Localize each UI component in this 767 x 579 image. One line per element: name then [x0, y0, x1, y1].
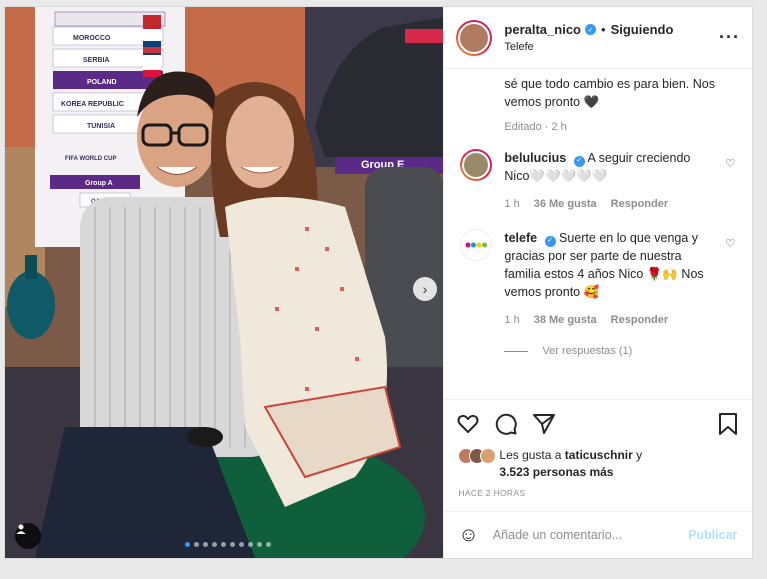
likes-connector: y [636, 448, 643, 462]
carousel-dot [257, 542, 262, 547]
comment-item: belulucius ✓ A seguir creciendo Nico🤍🤍🤍🤍… [460, 149, 735, 213]
avatar[interactable] [460, 149, 493, 181]
post-username[interactable]: peralta_nico [504, 22, 581, 37]
liker-username[interactable]: taticuschnir [565, 448, 633, 462]
team-label-3: KOREA REPUBLIC [61, 101, 124, 108]
comment-username[interactable]: telefe [504, 231, 537, 245]
comment-icon[interactable] [494, 412, 518, 436]
avatar [480, 448, 497, 464]
comments-section[interactable]: sé que todo cambio es para bien. Nos vem… [444, 69, 751, 398]
heart-icon[interactable] [456, 412, 480, 436]
comment-likes[interactable]: 38 Me gusta [534, 311, 597, 329]
team-label-0: MOROCCO [73, 35, 111, 42]
more-options-icon[interactable]: ··· [719, 27, 740, 48]
photo-illustration: MOROCCO SERBIA POLAND KOREA REPUBLIC TUN… [5, 7, 444, 558]
group-a-label: Group A [85, 180, 113, 187]
avatar[interactable] [456, 19, 493, 56]
caption-edited: Editado · 2 h [504, 121, 567, 133]
reply-button[interactable]: Responder [611, 311, 668, 329]
world-cup-label: FIFA WORLD CUP [65, 156, 116, 162]
carousel-dot [185, 542, 190, 547]
add-comment-bar: ☺ Publicar [444, 511, 752, 558]
verified-badge-icon: ✓ [544, 235, 556, 247]
team-label-1: SERBIA [83, 57, 109, 64]
share-icon[interactable] [532, 412, 556, 436]
heart-icon[interactable]: ♡ [726, 157, 736, 170]
view-replies-label: Ver respuestas (1) [542, 345, 633, 357]
likes-summary: Les gusta a taticuschnir y 3.523 persona… [458, 447, 642, 481]
tagged-users-button[interactable] [15, 523, 41, 549]
post-sidebar: peralta_nico ✓ • Siguiendo Telefe ··· sé… [443, 7, 752, 558]
comment-username[interactable]: belulucius [504, 151, 566, 165]
comment-likes[interactable]: 36 Me gusta [534, 195, 597, 213]
view-replies-button[interactable]: Ver respuestas (1) [504, 345, 735, 357]
emoji-icon[interactable]: ☺ [458, 524, 478, 547]
comment-item: telefe ✓ Suerte en lo que venga y gracia… [460, 229, 735, 329]
post-location[interactable]: Telefe [504, 41, 719, 53]
separator-dot: • [601, 22, 606, 37]
action-bar [444, 399, 752, 447]
post-image[interactable]: MOROCCO SERBIA POLAND KOREA REPUBLIC TUN… [5, 7, 444, 558]
likes-prefix: Les gusta a [499, 448, 562, 462]
user-icon [16, 524, 26, 534]
caption-text: sé que todo cambio es para bien. Nos vem… [504, 77, 715, 109]
heart-icon[interactable]: ♡ [726, 237, 736, 250]
carousel-dot [239, 542, 244, 547]
carousel-dot [194, 542, 199, 547]
team-label-4: TUNISIA [87, 123, 115, 130]
caption-meta: Editado · 2 h [504, 121, 735, 133]
telefe-logo-icon [465, 242, 488, 248]
carousel-dot [230, 542, 235, 547]
bookmark-icon[interactable] [717, 412, 739, 436]
instagram-post: MOROCCO SERBIA POLAND KOREA REPUBLIC TUN… [4, 6, 753, 559]
publish-button[interactable]: Publicar [688, 528, 737, 542]
comment-input[interactable] [492, 528, 689, 542]
post-time[interactable]: HACE 2 HORAS [458, 488, 525, 498]
comment-time[interactable]: 1 h [504, 195, 519, 213]
reply-button[interactable]: Responder [611, 195, 668, 213]
carousel-dot [266, 542, 271, 547]
team-label-2: POLAND [87, 79, 117, 86]
post-header: peralta_nico ✓ • Siguiendo Telefe ··· [444, 7, 752, 69]
divider [504, 350, 529, 352]
carousel-dot [212, 542, 217, 547]
comment-time[interactable]: 1 h [504, 311, 519, 329]
verified-badge-icon: ✓ [585, 24, 596, 35]
liker-avatars [458, 448, 497, 481]
carousel-next-button[interactable]: › [413, 277, 437, 301]
carousel-dot [221, 542, 226, 547]
carousel-dot [248, 542, 253, 547]
avatar[interactable] [460, 229, 493, 261]
verified-badge-icon: ✓ [573, 155, 585, 167]
carousel-dot [203, 542, 208, 547]
carousel-indicator [185, 542, 271, 547]
following-button[interactable]: Siguiendo [611, 22, 674, 37]
chevron-right-icon: › [422, 281, 428, 297]
likes-count[interactable]: 3.523 personas más [499, 465, 613, 479]
